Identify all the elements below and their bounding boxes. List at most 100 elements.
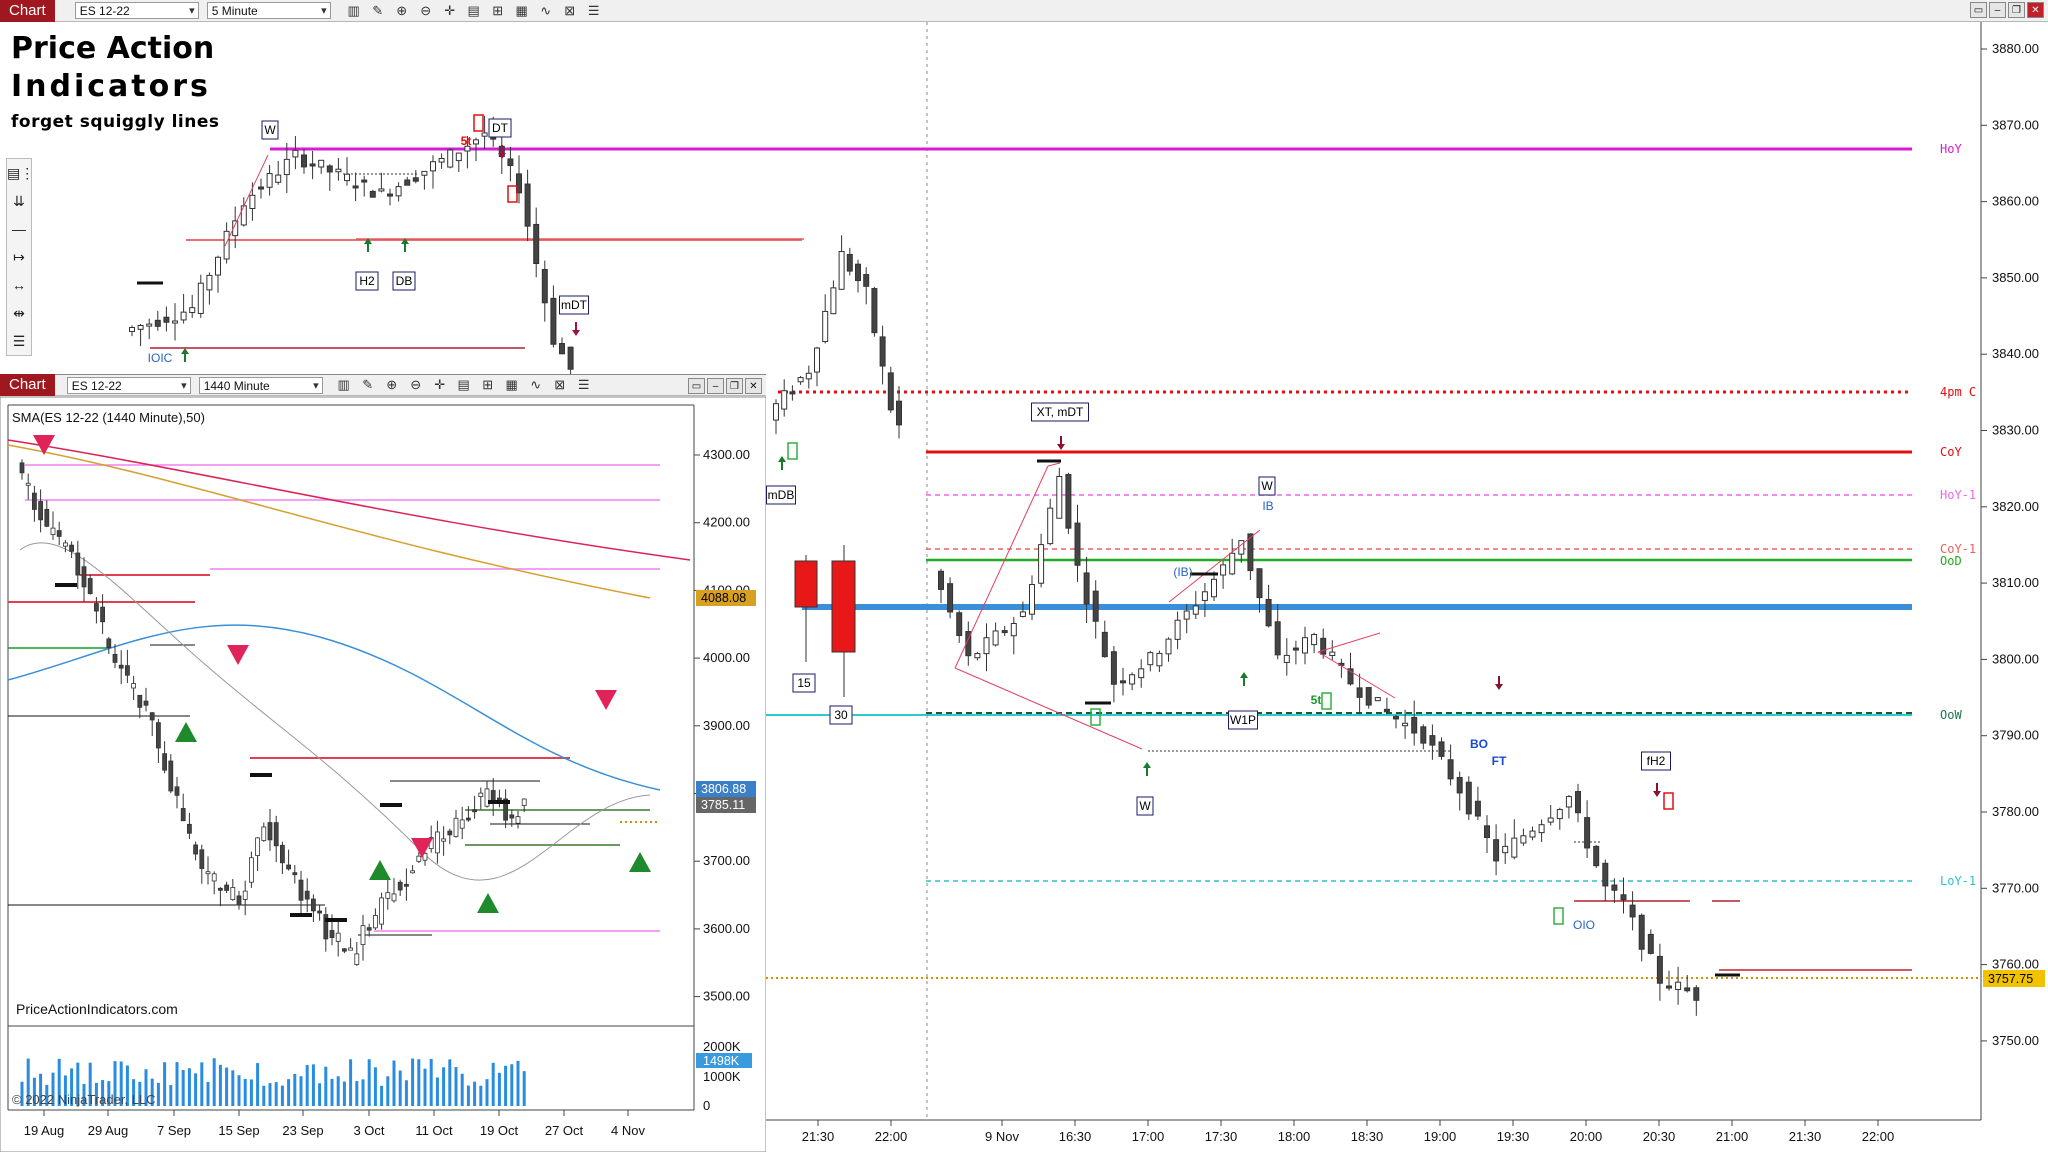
daily-candle bbox=[472, 809, 478, 813]
annotation-label: W1P bbox=[1230, 713, 1256, 727]
annotation-label: (IB) bbox=[1173, 565, 1192, 579]
candle bbox=[1138, 668, 1145, 679]
date-tick-label: 7 Sep bbox=[157, 1123, 191, 1138]
candle bbox=[1383, 708, 1390, 713]
annotation-label: BO bbox=[1470, 737, 1488, 751]
volume-bar bbox=[442, 1067, 446, 1106]
candle bbox=[879, 336, 886, 367]
volume-bar bbox=[169, 1085, 173, 1106]
daily-candle bbox=[44, 508, 50, 527]
candle bbox=[1647, 933, 1654, 954]
candle bbox=[1256, 568, 1263, 599]
volume-bar bbox=[330, 1078, 334, 1106]
daily-candle bbox=[100, 606, 105, 623]
daily-candle bbox=[515, 816, 521, 824]
candle bbox=[1502, 845, 1509, 854]
daily-candle bbox=[248, 857, 254, 883]
volume-tick-label: 0 bbox=[703, 1098, 710, 1113]
volume-bar bbox=[299, 1076, 303, 1106]
volume-bar bbox=[194, 1073, 198, 1106]
daily-candle bbox=[261, 826, 267, 841]
candle bbox=[1529, 830, 1536, 838]
indicator-label: SMA(ES 12-22 (1440 Minute),50) bbox=[12, 410, 205, 425]
volume-bar bbox=[311, 1064, 315, 1106]
level-label: HoY-1 bbox=[1940, 488, 1976, 502]
candle bbox=[1411, 716, 1418, 734]
volume-bar bbox=[504, 1065, 508, 1106]
annotation-label: W bbox=[1139, 799, 1151, 813]
candle bbox=[1602, 862, 1609, 887]
time-tick-label: 17:30 bbox=[1205, 1129, 1238, 1144]
volume-bar bbox=[460, 1073, 464, 1106]
candle bbox=[1620, 894, 1627, 901]
candle bbox=[797, 377, 804, 383]
price-tick-label: 3870.00 bbox=[1992, 117, 2039, 132]
daily-candle bbox=[348, 947, 354, 951]
volume-bar bbox=[175, 1062, 179, 1106]
daily-price-chart[interactable]: 4300.004200.004100.004000.003900.003800.… bbox=[0, 0, 766, 1152]
candle bbox=[1201, 591, 1208, 601]
annotation-label: 15 bbox=[797, 676, 811, 690]
time-tick-label: 19:30 bbox=[1497, 1129, 1530, 1144]
volume-bar bbox=[200, 1062, 204, 1106]
daily-candle bbox=[19, 462, 25, 474]
daily-candle bbox=[168, 760, 174, 792]
candle bbox=[871, 288, 878, 334]
level-label: 4pm C bbox=[1940, 385, 1976, 399]
candle bbox=[1010, 623, 1017, 637]
candle bbox=[1229, 552, 1236, 575]
candle bbox=[1402, 722, 1409, 727]
daily-price-tick-label: 3700.00 bbox=[703, 853, 750, 868]
candle bbox=[1056, 475, 1063, 519]
volume-bar bbox=[522, 1071, 526, 1106]
volume-bar bbox=[454, 1067, 458, 1106]
price-tick-label: 3840.00 bbox=[1992, 346, 2039, 361]
candle bbox=[1520, 835, 1527, 844]
volume-bar bbox=[206, 1081, 210, 1106]
candle bbox=[1511, 837, 1518, 858]
candle bbox=[887, 372, 894, 411]
daily-candle bbox=[236, 895, 242, 906]
annotation-label: 30 bbox=[834, 708, 848, 722]
daily-candle bbox=[180, 808, 186, 822]
daily-candle bbox=[490, 790, 496, 801]
price-tick-label: 3780.00 bbox=[1992, 804, 2039, 819]
candle bbox=[1274, 621, 1281, 656]
annotation-label: FT bbox=[1492, 754, 1507, 768]
candle bbox=[773, 403, 779, 421]
candle bbox=[1220, 564, 1227, 576]
volume-bar bbox=[243, 1078, 247, 1106]
daily-candle bbox=[217, 887, 223, 891]
daily-candle bbox=[162, 753, 168, 771]
volume-bar bbox=[181, 1070, 185, 1106]
volume-bar bbox=[268, 1083, 272, 1106]
date-tick-label: 29 Aug bbox=[88, 1123, 129, 1138]
daily-price-tick-label: 3900.00 bbox=[703, 718, 750, 733]
candle bbox=[1365, 687, 1372, 706]
candle bbox=[1311, 634, 1318, 646]
candle bbox=[1693, 987, 1700, 1001]
candle bbox=[1474, 800, 1481, 817]
daily-candle bbox=[205, 871, 211, 875]
price-badge-label: 4088.08 bbox=[701, 591, 746, 605]
candle bbox=[947, 583, 954, 613]
candle bbox=[1038, 544, 1045, 584]
volume-bar bbox=[491, 1062, 495, 1106]
candle bbox=[1174, 619, 1181, 640]
candle bbox=[814, 347, 820, 373]
daily-candle bbox=[87, 578, 93, 595]
volume-bar bbox=[373, 1067, 377, 1106]
price-tick-label: 3810.00 bbox=[1992, 575, 2039, 590]
daily-candle bbox=[149, 712, 155, 721]
candle bbox=[1393, 716, 1399, 720]
time-tick-label: 20:30 bbox=[1643, 1129, 1676, 1144]
date-tick-label: 19 Oct bbox=[480, 1123, 519, 1138]
volume-bar bbox=[305, 1065, 309, 1106]
copyright: © 2022 NinjaTrader, LLC bbox=[12, 1092, 156, 1107]
volume-bar bbox=[256, 1063, 260, 1106]
daily-candle bbox=[106, 638, 112, 648]
candle bbox=[1629, 904, 1636, 918]
candle bbox=[1165, 638, 1172, 655]
time-tick-label: 16:30 bbox=[1059, 1129, 1092, 1144]
annotation-label: fH2 bbox=[1647, 754, 1666, 768]
